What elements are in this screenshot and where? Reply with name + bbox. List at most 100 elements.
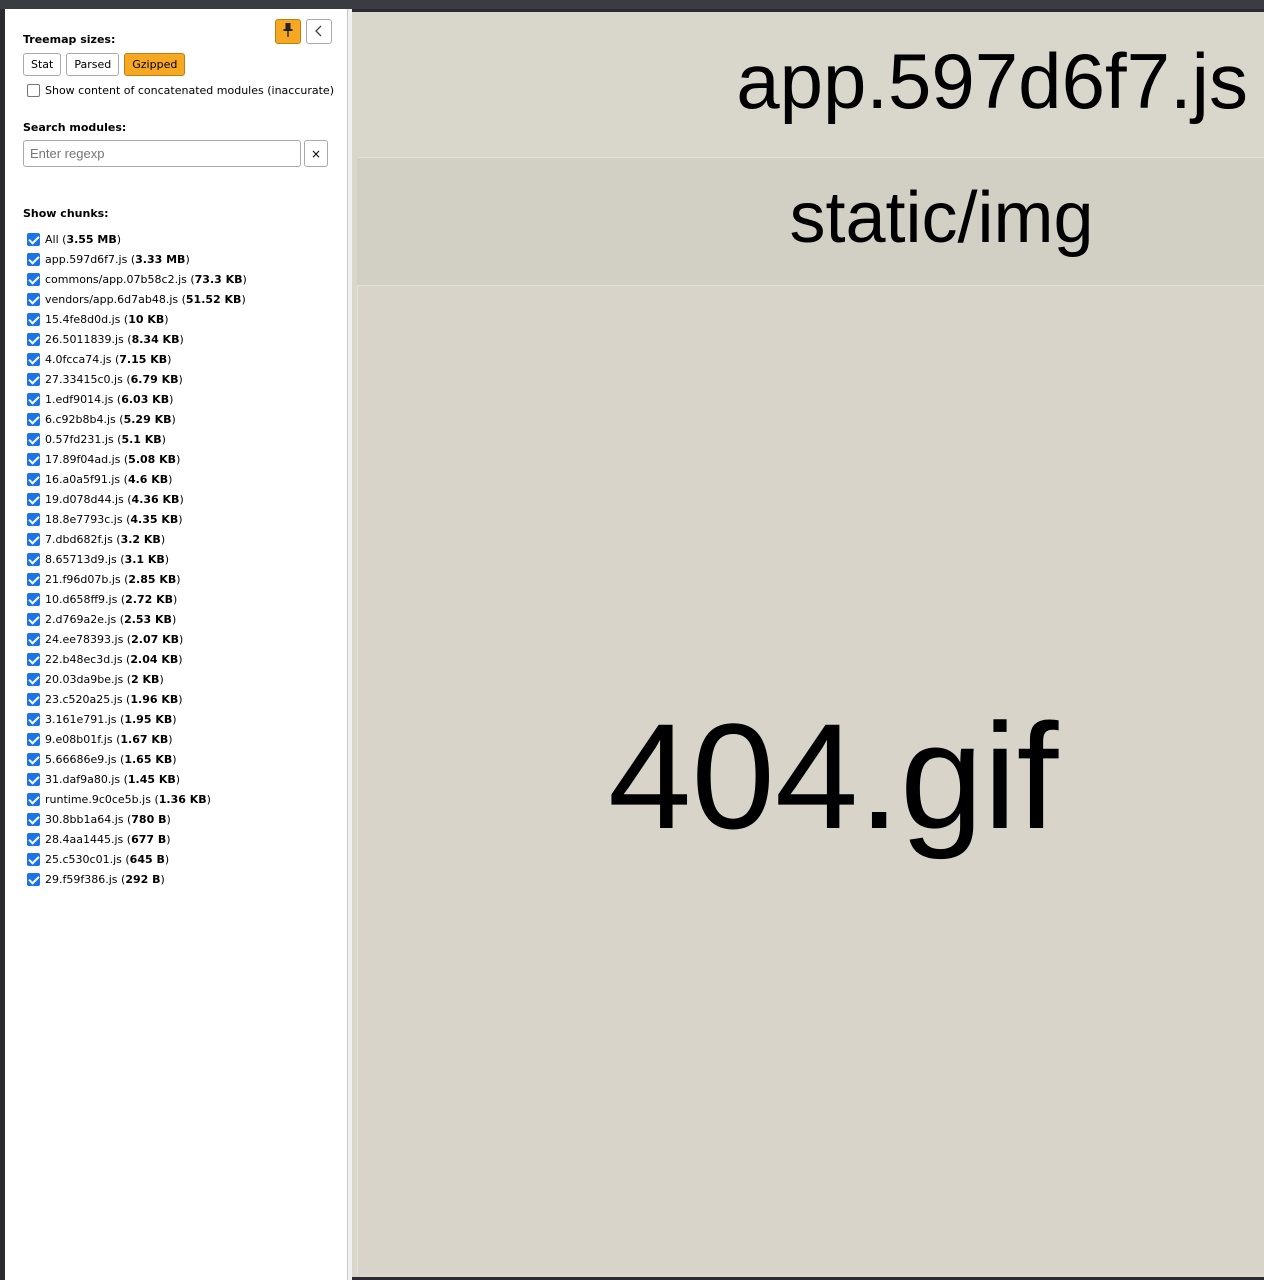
chunk-item[interactable]: 20.03da9be.js (2 KB) (27, 669, 247, 689)
chunk-name: 23.c520a25.js (45, 692, 123, 706)
chunk-checkbox[interactable] (27, 272, 40, 286)
chunk-size: 2 KB (131, 672, 160, 686)
chunk-item[interactable]: 2.d769a2e.js (2.53 KB) (27, 609, 247, 629)
search-clear-button[interactable]: × (304, 140, 328, 167)
chunk-item[interactable]: 28.4aa1445.js (677 B) (27, 829, 247, 849)
chunk-checkbox[interactable] (27, 252, 40, 266)
treemap-folder-static-img[interactable]: static/img 404.gif (357, 157, 1264, 1274)
chunk-name: 30.8bb1a64.js (45, 812, 124, 826)
chunk-checkbox[interactable] (27, 452, 40, 466)
chunk-checkbox[interactable] (27, 672, 40, 686)
chunk-name: 8.65713d9.js (45, 552, 117, 566)
chunk-item[interactable]: commons/app.07b58c2.js (73.3 KB) (27, 269, 247, 289)
treemap[interactable]: app.597d6f7.js static/img 404.gif (352, 12, 1264, 1277)
chunk-item[interactable]: 25.c530c01.js (645 B) (27, 849, 247, 869)
chunk-size: 1.95 KB (124, 712, 173, 726)
size-parsed-button[interactable]: Parsed (66, 53, 120, 76)
chunk-size: 6.03 KB (121, 392, 170, 406)
chunk-checkbox[interactable] (27, 632, 40, 646)
chunk-item[interactable]: 10.d658ff9.js (2.72 KB) (27, 589, 247, 609)
chunk-item[interactable]: 26.5011839.js (8.34 KB) (27, 329, 247, 349)
concatenated-modules-toggle[interactable]: Show content of concatenated modules (in… (27, 84, 334, 97)
chunk-checkbox[interactable] (27, 392, 40, 406)
chunk-item[interactable]: 7.dbd682f.js (3.2 KB) (27, 529, 247, 549)
chunk-checkbox[interactable] (27, 372, 40, 386)
chunk-checkbox[interactable] (27, 812, 40, 826)
chunk-checkbox[interactable] (27, 852, 40, 866)
chunk-checkbox[interactable] (27, 872, 40, 886)
window-top-bar (0, 0, 1264, 9)
chunk-checkbox[interactable] (27, 292, 40, 306)
chunk-checkbox[interactable] (27, 592, 40, 606)
chunk-item[interactable]: 6.c92b8b4.js (5.29 KB) (27, 409, 247, 429)
chunk-item[interactable]: 3.161e791.js (1.95 KB) (27, 709, 247, 729)
size-stat-button[interactable]: Stat (23, 53, 62, 76)
chunk-size: 780 B (131, 812, 167, 826)
chunk-item[interactable]: 1.edf9014.js (6.03 KB) (27, 389, 247, 409)
chunk-checkbox[interactable] (27, 512, 40, 526)
chunk-item[interactable]: 15.4fe8d0d.js (10 KB) (27, 309, 247, 329)
chunk-checkbox[interactable] (27, 472, 40, 486)
chunk-checkbox[interactable] (27, 712, 40, 726)
chunk-item[interactable]: 19.d078d44.js (4.36 KB) (27, 489, 247, 509)
chunk-size: 3.55 MB (66, 232, 117, 246)
chunk-item[interactable]: 22.b48ec3d.js (2.04 KB) (27, 649, 247, 669)
chunk-size: 1.65 KB (124, 752, 173, 766)
chunk-item-all[interactable]: All (3.55 MB) (27, 229, 247, 249)
chunk-item[interactable]: 21.f96d07b.js (2.85 KB) (27, 569, 247, 589)
collapse-sidebar-button[interactable] (306, 19, 332, 44)
chunk-checkbox[interactable] (27, 332, 40, 346)
chunk-checkbox[interactable] (27, 432, 40, 446)
chunk-checkbox[interactable] (27, 752, 40, 766)
chunk-checkbox[interactable] (27, 532, 40, 546)
chunk-checkbox[interactable] (27, 352, 40, 366)
chunk-checkbox[interactable] (27, 772, 40, 786)
chunk-item[interactable]: 17.89f04ad.js (5.08 KB) (27, 449, 247, 469)
chunk-item[interactable]: 0.57fd231.js (5.1 KB) (27, 429, 247, 449)
chunk-name: 24.ee78393.js (45, 632, 124, 646)
chunk-item[interactable]: 4.0fcca74.js (7.15 KB) (27, 349, 247, 369)
chunk-checkbox[interactable] (27, 492, 40, 506)
treemap-file-404-gif[interactable]: 404.gif (357, 285, 1264, 1274)
chunk-checkbox[interactable] (27, 412, 40, 426)
chunk-item[interactable]: 8.65713d9.js (3.1 KB) (27, 549, 247, 569)
chunk-item[interactable]: 31.daf9a80.js (1.45 KB) (27, 769, 247, 789)
chunk-size: 677 B (131, 832, 167, 846)
chunk-item[interactable]: vendors/app.6d7ab48.js (51.52 KB) (27, 289, 247, 309)
chunk-checkbox[interactable] (27, 692, 40, 706)
chevron-left-icon (314, 22, 324, 41)
chunk-checkbox[interactable] (27, 232, 40, 246)
chunk-checkbox[interactable] (27, 552, 40, 566)
chunk-item[interactable]: app.597d6f7.js (3.33 MB) (27, 249, 247, 269)
chunk-item[interactable]: 29.f59f386.js (292 B) (27, 869, 247, 889)
treemap-size-switcher: Stat Parsed Gzipped (23, 53, 186, 76)
chunk-checkbox[interactable] (27, 612, 40, 626)
chunk-item[interactable]: 16.a0a5f91.js (4.6 KB) (27, 469, 247, 489)
chunk-checkbox[interactable] (27, 832, 40, 846)
chunk-size: 1.45 KB (127, 772, 176, 786)
chunk-name: 7.dbd682f.js (45, 532, 113, 546)
chunk-name: 31.daf9a80.js (45, 772, 121, 786)
chunk-item[interactable]: 30.8bb1a64.js (780 B) (27, 809, 247, 829)
chunk-name: 5.66686e9.js (45, 752, 117, 766)
chunk-item[interactable]: 9.e08b01f.js (1.67 KB) (27, 729, 247, 749)
chunk-item[interactable]: 27.33415c0.js (6.79 KB) (27, 369, 247, 389)
chunk-checkbox[interactable] (27, 572, 40, 586)
chunk-size: 1.36 KB (158, 792, 207, 806)
chunk-size: 645 B (129, 852, 165, 866)
chunk-checkbox[interactable] (27, 792, 40, 806)
chunk-name: app.597d6f7.js (45, 252, 128, 266)
chunk-item[interactable]: 5.66686e9.js (1.65 KB) (27, 749, 247, 769)
chunk-checkbox[interactable] (27, 312, 40, 326)
chunk-item[interactable]: 18.8e7793c.js (4.35 KB) (27, 509, 247, 529)
concatenated-modules-checkbox[interactable] (27, 84, 40, 97)
chunk-item[interactable]: runtime.9c0ce5b.js (1.36 KB) (27, 789, 247, 809)
search-input[interactable]: Enter regexp (23, 140, 301, 167)
chunk-item[interactable]: 24.ee78393.js (2.07 KB) (27, 629, 247, 649)
size-gzipped-button[interactable]: Gzipped (124, 53, 186, 76)
chunk-item[interactable]: 23.c520a25.js (1.96 KB) (27, 689, 247, 709)
chunk-checkbox[interactable] (27, 652, 40, 666)
chunk-checkbox[interactable] (27, 732, 40, 746)
pin-button[interactable] (275, 19, 301, 44)
chunk-name: 6.c92b8b4.js (45, 412, 116, 426)
